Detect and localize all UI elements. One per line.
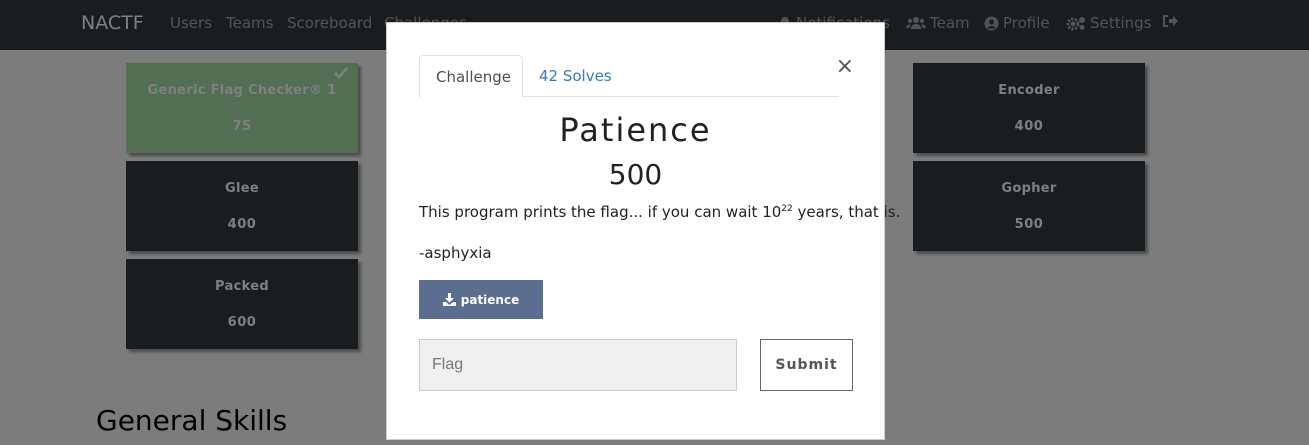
submit-button[interactable]: Submit — [760, 339, 853, 391]
download-icon — [442, 293, 456, 306]
challenge-description: This program prints the flag... if you c… — [419, 203, 900, 221]
tab-solves[interactable]: 42 Solves — [523, 55, 628, 97]
challenge-value: 500 — [608, 158, 663, 191]
description-text-end: years, that is. — [792, 203, 901, 221]
challenge-name: Patience — [559, 111, 712, 149]
challenge-modal: Challenge 42 Solves × Patience 500 This … — [386, 22, 900, 440]
modal-tabs: Challenge 42 Solves — [419, 55, 839, 98]
download-file-label: patience — [460, 292, 520, 307]
description-text: This program prints the flag... if you c… — [419, 203, 782, 221]
tab-challenge[interactable]: Challenge — [419, 55, 523, 98]
flag-input[interactable] — [419, 339, 737, 391]
download-file-button[interactable]: patience — [419, 280, 543, 319]
close-icon[interactable]: × — [836, 55, 854, 79]
description-exponent: 22 — [781, 204, 793, 214]
challenge-author: -asphyxia — [419, 244, 492, 262]
